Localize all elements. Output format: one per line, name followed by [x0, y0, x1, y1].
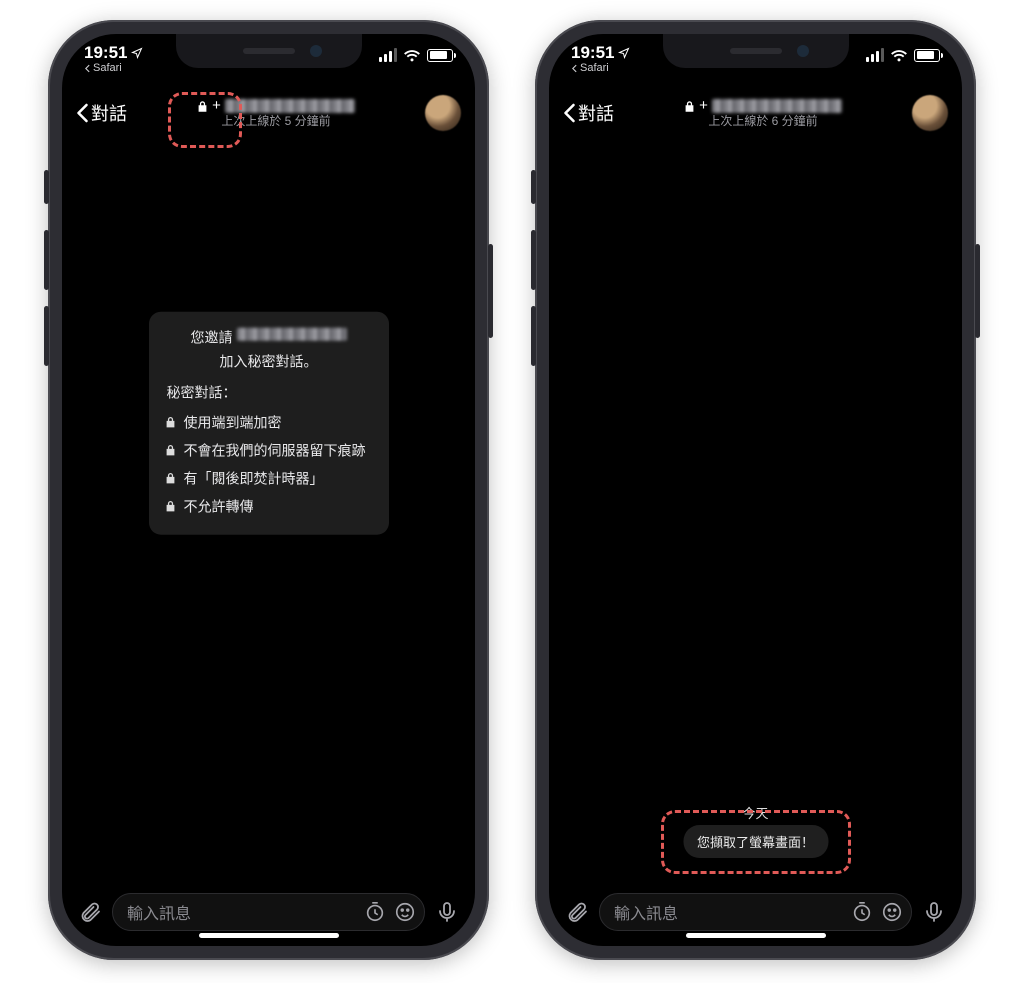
- sticker-button[interactable]: [394, 901, 416, 923]
- lock-icon: [165, 444, 176, 457]
- status-time: 19:51: [84, 44, 143, 62]
- last-seen-label: 上次上線於 5 分鐘前: [221, 115, 330, 129]
- home-indicator[interactable]: [199, 933, 339, 938]
- chat-title[interactable]: + 上次上線於 5 分鐘前: [135, 97, 417, 128]
- timer-icon: [851, 901, 873, 923]
- device-notch: [663, 34, 849, 68]
- side-button: [975, 244, 980, 338]
- timer-button[interactable]: [364, 901, 386, 923]
- message-input[interactable]: 輸入訊息: [599, 893, 912, 931]
- avatar[interactable]: [912, 95, 948, 131]
- phone-mockup-right: 19:51 Safari 對話: [535, 20, 976, 960]
- bullet-item: 有「閱後即焚計時器」: [165, 464, 373, 492]
- paperclip-icon: [565, 900, 589, 924]
- status-back-to-app[interactable]: Safari: [84, 63, 143, 75]
- contact-prefix: +: [699, 97, 708, 114]
- side-button: [531, 230, 536, 290]
- attach-button[interactable]: [565, 900, 589, 924]
- bullet-item: 不會在我們的伺服器留下痕跡: [165, 436, 373, 464]
- lock-icon: [684, 100, 695, 113]
- battery-icon: [914, 49, 940, 62]
- side-button: [488, 244, 493, 338]
- wifi-icon: [403, 48, 421, 62]
- home-indicator[interactable]: [686, 933, 826, 938]
- mic-button[interactable]: [922, 900, 946, 924]
- redacted-contact-name: [225, 99, 355, 113]
- avatar[interactable]: [425, 95, 461, 131]
- timer-icon: [364, 901, 386, 923]
- chat-body[interactable]: 您邀請 加入秘密對話。 秘密對話： 使用端到端加密 不會在我們的伺服器留下痕跡: [62, 142, 475, 882]
- date-divider: 今天: [742, 803, 768, 822]
- side-button: [531, 306, 536, 366]
- chevron-left-icon: [563, 103, 576, 123]
- contact-prefix: +: [212, 97, 221, 114]
- lock-icon: [197, 100, 208, 113]
- chat-body[interactable]: 今天 您擷取了螢幕畫面！: [549, 142, 962, 882]
- screen: 19:51 Safari 對話: [549, 34, 962, 946]
- sticker-button[interactable]: [881, 901, 903, 923]
- side-button: [531, 170, 536, 204]
- location-arrow-icon: [131, 47, 143, 59]
- bullet-item: 使用端到端加密: [165, 408, 373, 436]
- status-time: 19:51: [571, 44, 630, 62]
- chat-header: 對話 + 上次上線於 6 分鐘前: [549, 90, 962, 142]
- cellular-signal-icon: [379, 48, 397, 62]
- back-button[interactable]: 對話: [76, 100, 127, 126]
- side-button: [44, 230, 49, 290]
- side-button: [44, 170, 49, 204]
- input-placeholder: 輸入訊息: [614, 900, 843, 924]
- microphone-icon: [435, 900, 459, 924]
- input-placeholder: 輸入訊息: [127, 900, 356, 924]
- section-title: 秘密對話：: [167, 382, 373, 402]
- system-message-pill: 您擷取了螢幕畫面！: [683, 825, 828, 858]
- redacted-contact-name: [237, 328, 347, 341]
- lead-post: 加入秘密對話。: [220, 352, 318, 372]
- sticker-icon: [394, 901, 416, 923]
- attach-button[interactable]: [78, 900, 102, 924]
- mic-button[interactable]: [435, 900, 459, 924]
- secret-chat-info-card: 您邀請 加入秘密對話。 秘密對話： 使用端到端加密 不會在我們的伺服器留下痕跡: [149, 312, 389, 535]
- back-button[interactable]: 對話: [563, 100, 614, 126]
- phone-mockup-left: 19:51 Safari 對話: [48, 20, 489, 960]
- location-arrow-icon: [618, 47, 630, 59]
- last-seen-label: 上次上線於 6 分鐘前: [708, 115, 817, 129]
- chat-title[interactable]: + 上次上線於 6 分鐘前: [622, 97, 904, 128]
- status-back-to-app[interactable]: Safari: [571, 63, 630, 75]
- wifi-icon: [890, 48, 908, 62]
- timer-button[interactable]: [851, 901, 873, 923]
- back-label: 對話: [578, 100, 614, 126]
- redacted-contact-name: [712, 99, 842, 113]
- cellular-signal-icon: [866, 48, 884, 62]
- device-notch: [176, 34, 362, 68]
- chevron-left-icon: [76, 103, 89, 123]
- lock-icon: [165, 416, 176, 429]
- lock-icon: [165, 500, 176, 513]
- chat-header: 對話 + 上次上線於 5 分鐘前: [62, 90, 475, 142]
- lead-pre: 您邀請: [191, 328, 233, 348]
- back-label: 對話: [91, 100, 127, 126]
- bullet-item: 不允許轉傳: [165, 492, 373, 520]
- microphone-icon: [922, 900, 946, 924]
- paperclip-icon: [78, 900, 102, 924]
- screen: 19:51 Safari 對話: [62, 34, 475, 946]
- battery-icon: [427, 49, 453, 62]
- lock-icon: [165, 472, 176, 485]
- sticker-icon: [881, 901, 903, 923]
- message-input[interactable]: 輸入訊息: [112, 893, 425, 931]
- side-button: [44, 306, 49, 366]
